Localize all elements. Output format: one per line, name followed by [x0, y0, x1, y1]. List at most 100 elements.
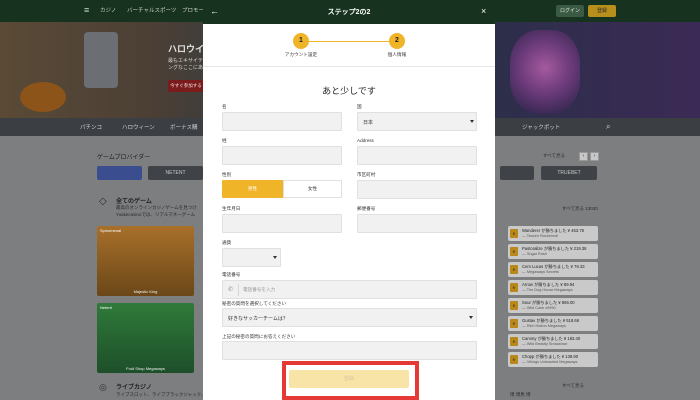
hero-title: ハロウイ [168, 44, 205, 54]
winner-badge-icon: € [510, 265, 518, 274]
search-icon[interactable]: ⌕ [606, 122, 610, 132]
register-button[interactable]: 登録 [588, 5, 616, 17]
live-casino-icon: ◎ [99, 382, 107, 392]
winner-game: — Megaways Secrets [522, 270, 559, 274]
city-field[interactable] [357, 180, 477, 199]
nav-promotions[interactable]: プロモー [182, 6, 204, 14]
menu-icon[interactable]: ≡ [84, 5, 94, 15]
winner-game: — Rich Hutton Megaways [522, 324, 566, 328]
last-name-label: 姓 [222, 138, 227, 143]
security-question-label: 秘密の質問を選択してください [222, 301, 287, 306]
game-name: Majestic King [133, 289, 158, 294]
security-answer-field[interactable] [222, 341, 477, 360]
step-2-label: 個人情報 [387, 52, 407, 57]
diamond-icon: ◇ [99, 196, 107, 207]
phone-placeholder: 電話番号を入力 [243, 287, 276, 292]
live-casino-title: ライブカジノ [116, 385, 152, 391]
close-icon[interactable]: × [481, 6, 486, 16]
category-bonus-buy[interactable]: ボーナス購 [170, 123, 198, 131]
game-name: Fruit Shop Megaways [126, 366, 165, 371]
hero-subtitle: 最もエキサイティングなここにある [168, 58, 209, 71]
address-field[interactable] [357, 146, 477, 165]
provider-logo-netent[interactable]: NETENT [148, 166, 203, 180]
provider-logo-truebet[interactable]: TRUEBET [541, 166, 597, 180]
birthdate-label: 生年月日 [222, 206, 241, 211]
game-badge: Netent [100, 305, 112, 310]
live-casino-extra: 博 博馬 博 [510, 392, 531, 397]
birthdate-field[interactable] [222, 214, 342, 233]
provider-logo[interactable] [500, 166, 534, 180]
divider [203, 66, 495, 67]
providers-next-button[interactable]: › [590, 152, 599, 161]
city-label: 市区町村 [357, 172, 376, 177]
highlight-box [282, 361, 419, 400]
providers-prev-button[interactable]: ‹ [579, 152, 588, 161]
winner-badge-icon: € [510, 337, 518, 346]
category-pachinko[interactable]: パチンコ [80, 123, 102, 131]
winner-badge-icon: € [510, 355, 518, 364]
phone-icon: ✆ [228, 287, 234, 293]
winner-row: € Cammy が勝ちました ¥ 183.40— Wild Beastly Sho… [508, 334, 598, 349]
hero-cta-button[interactable]: 今すぐ参加する [168, 80, 204, 92]
winner-row: € Sour が勝ちました ¥ 866.00— Wild Cash x9990 [508, 298, 598, 313]
winner-game: — Vikings Unleashed Megaways [522, 360, 578, 364]
postal-code-field[interactable] [357, 214, 477, 233]
live-casino-see-all[interactable]: すべて見る [562, 383, 584, 389]
providers-see-all[interactable]: すべて見る [543, 153, 565, 159]
game-card-fruit-shop[interactable] [97, 303, 194, 373]
winner-game: — Wild Beastly Showdown [522, 342, 568, 346]
currency-select[interactable] [222, 248, 281, 267]
registration-modal: ← ステップ2の2 × 1 2 アカウント設定 個人情報 あと少しです 名 国 … [203, 0, 495, 400]
login-button[interactable]: ログイン [556, 5, 584, 17]
winner-game: — Tanzen Rockenroll [522, 234, 559, 238]
gender-label: 性別 [222, 172, 232, 177]
security-answer-label: 上記の秘密の質問にお答えください [222, 334, 296, 339]
country-value: 日本 [363, 120, 374, 126]
nav-virtual-sports[interactable]: バーチャルスポーツ [127, 6, 176, 14]
country-select[interactable]: 日本 [357, 112, 477, 131]
security-question-select[interactable]: 好きなサッカーチームは？ [222, 308, 477, 327]
gender-male-option[interactable]: 男性 [222, 180, 283, 198]
all-games-desc-1: 最高のオンラインカジノゲームを見つけ [116, 205, 197, 210]
nav-casino[interactable]: カジノ [100, 6, 116, 14]
winner-badge-icon: € [510, 247, 518, 256]
stepper-line [301, 41, 397, 42]
security-question-value: 好きなサッカーチームは？ [228, 316, 288, 322]
winner-row: € Chopp が勝ちました ¥ 138.90— Vikings Unleashe… [508, 352, 598, 367]
winner-row: € Arrow が勝ちました ¥ 89.94— The Dog House Meg… [508, 280, 598, 295]
phone-image [84, 32, 118, 88]
winner-row: € Gustav が勝ちました ¥ 518.66— Rich Hutton Meg… [508, 316, 598, 331]
winner-row: € Pastoralize が勝ちました ¥ 219.38— Sugar Rush [508, 244, 598, 259]
live-casino-desc: ライブスロット、ライブブラックジャック、 [116, 392, 206, 397]
last-name-field[interactable] [222, 146, 342, 165]
modal-title: ステップ2の2 [327, 9, 371, 16]
game-card-majestic-king[interactable] [97, 226, 194, 296]
gender-female-option[interactable]: 女性 [283, 180, 342, 198]
chevron-down-icon [469, 316, 473, 319]
chevron-down-icon [470, 120, 474, 123]
category-jackpot[interactable]: ジャックポット [522, 123, 560, 131]
country-label: 国 [357, 104, 362, 109]
winner-game: — Wild Cash x9990 [522, 306, 556, 310]
currency-label: 通貨 [222, 240, 232, 245]
all-games-desc-2: Yoakecasinoでは、リアルマネーゲーム [116, 212, 196, 217]
hero-character-image [510, 30, 580, 114]
divider [238, 284, 239, 296]
winner-badge-icon: € [510, 283, 518, 292]
chevron-down-icon [273, 256, 277, 259]
all-games-see-all[interactable]: すべて見る 13030 [562, 206, 598, 212]
all-games-title: 全てのゲーム [116, 199, 152, 205]
game-badge: Spinomenal [100, 228, 122, 233]
category-halloween[interactable]: ハロウィーン [122, 123, 155, 131]
winner-badge-icon: € [510, 229, 518, 238]
form-heading: あと少しです [322, 86, 376, 96]
winner-badge-icon: € [510, 319, 518, 328]
first-name-label: 名 [222, 104, 227, 109]
first-name-field[interactable] [222, 112, 342, 131]
address-label: Address [357, 138, 374, 143]
pumpkin-image [20, 82, 66, 112]
phone-field[interactable]: ✆ 電話番号を入力 [222, 280, 477, 299]
winner-row: € Cem Lucas が勝ちました ¥ 76.33— Megaways Secr… [508, 262, 598, 277]
provider-logo[interactable] [97, 166, 142, 180]
step-1-label: アカウント設定 [284, 52, 318, 57]
